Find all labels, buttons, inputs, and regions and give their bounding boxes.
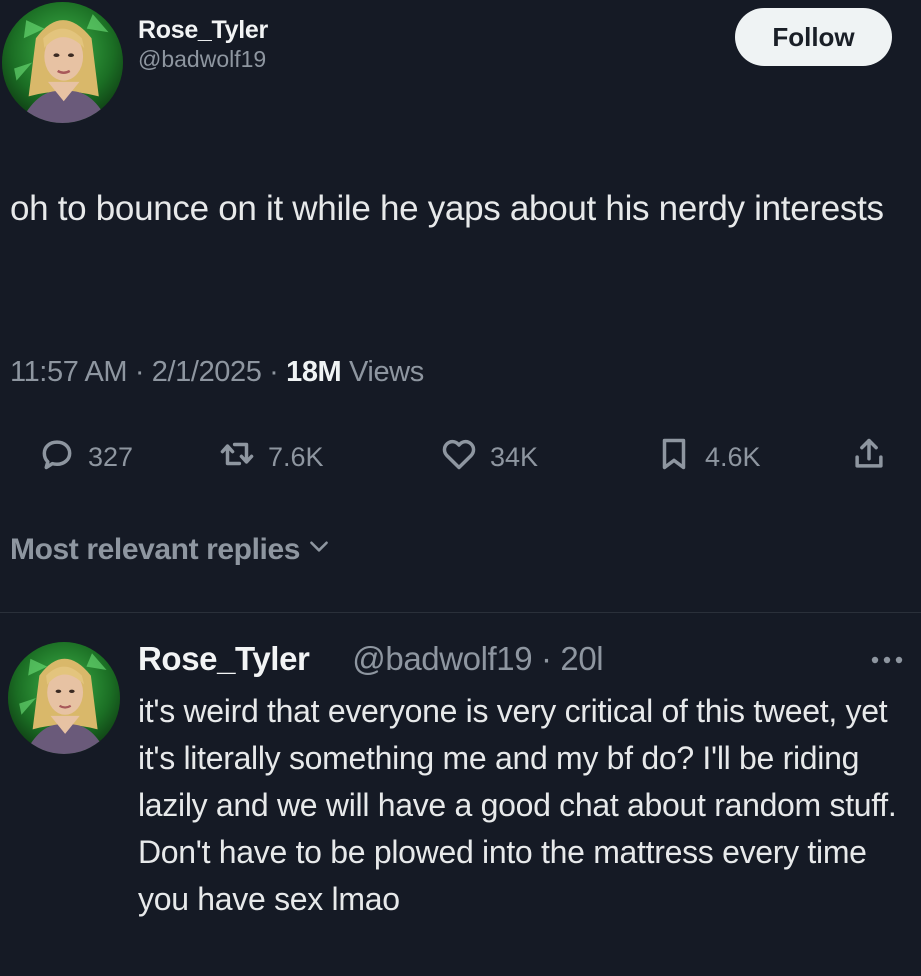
retweet-count: 7.6K bbox=[268, 441, 324, 472]
replies-sort-label: Most relevant replies bbox=[10, 533, 301, 566]
reply-author-handle[interactable]: @badwolf19 bbox=[352, 640, 532, 677]
follow-button[interactable]: Follow bbox=[735, 8, 892, 66]
bookmark-icon bbox=[655, 435, 693, 480]
tweet-meta: 11:57 AM · 2/1/2025 · 18M Views bbox=[10, 356, 424, 389]
more-icon[interactable] bbox=[866, 650, 908, 670]
views-count[interactable]: 18M bbox=[286, 356, 342, 388]
reply-icon bbox=[38, 435, 76, 480]
tweet-text: oh to bounce on it while he yaps about h… bbox=[10, 189, 884, 228]
tweet-date[interactable]: 2/1/2025 bbox=[152, 356, 262, 388]
retweet-icon bbox=[218, 435, 256, 480]
reply-header: Rose_Tyler @badwolf19 · 20l bbox=[138, 640, 604, 678]
reply-separator: · bbox=[541, 640, 552, 677]
like-count: 34K bbox=[490, 441, 539, 472]
tweet-page: Rose_Tyler @badwolf19 Follow oh to bounc… bbox=[0, 0, 921, 976]
share-icon bbox=[850, 435, 888, 480]
reply-count: 327 bbox=[88, 441, 134, 472]
reply-time[interactable]: 20l bbox=[560, 640, 603, 677]
like-button[interactable]: 34K bbox=[440, 432, 538, 482]
bookmark-count: 4.6K bbox=[705, 441, 761, 472]
replies-sort-dropdown[interactable]: Most relevant replies bbox=[10, 533, 332, 567]
reply-author-avatar[interactable] bbox=[8, 642, 120, 754]
reply-text: it's weird that everyone is very critica… bbox=[138, 693, 897, 917]
heart-icon bbox=[440, 435, 478, 480]
tweet-time[interactable]: 11:57 AM bbox=[10, 356, 128, 388]
author-name[interactable]: Rose_Tyler bbox=[138, 16, 268, 45]
author-handle[interactable]: @badwolf19 bbox=[138, 46, 266, 73]
bookmark-button[interactable]: 4.6K bbox=[655, 432, 761, 482]
action-bar: 327 7.6K 34K 4.6K bbox=[0, 432, 921, 482]
chevron-down-icon bbox=[306, 533, 332, 567]
reply-author-name[interactable]: Rose_Tyler bbox=[138, 640, 310, 677]
author-avatar[interactable] bbox=[2, 2, 123, 123]
reply-button[interactable]: 327 bbox=[38, 432, 133, 482]
divider bbox=[0, 612, 921, 613]
meta-separator: · bbox=[134, 356, 145, 388]
views-label: Views bbox=[348, 356, 424, 388]
meta-separator: · bbox=[269, 356, 279, 388]
share-button[interactable] bbox=[850, 432, 888, 482]
retweet-button[interactable]: 7.6K bbox=[218, 432, 324, 482]
